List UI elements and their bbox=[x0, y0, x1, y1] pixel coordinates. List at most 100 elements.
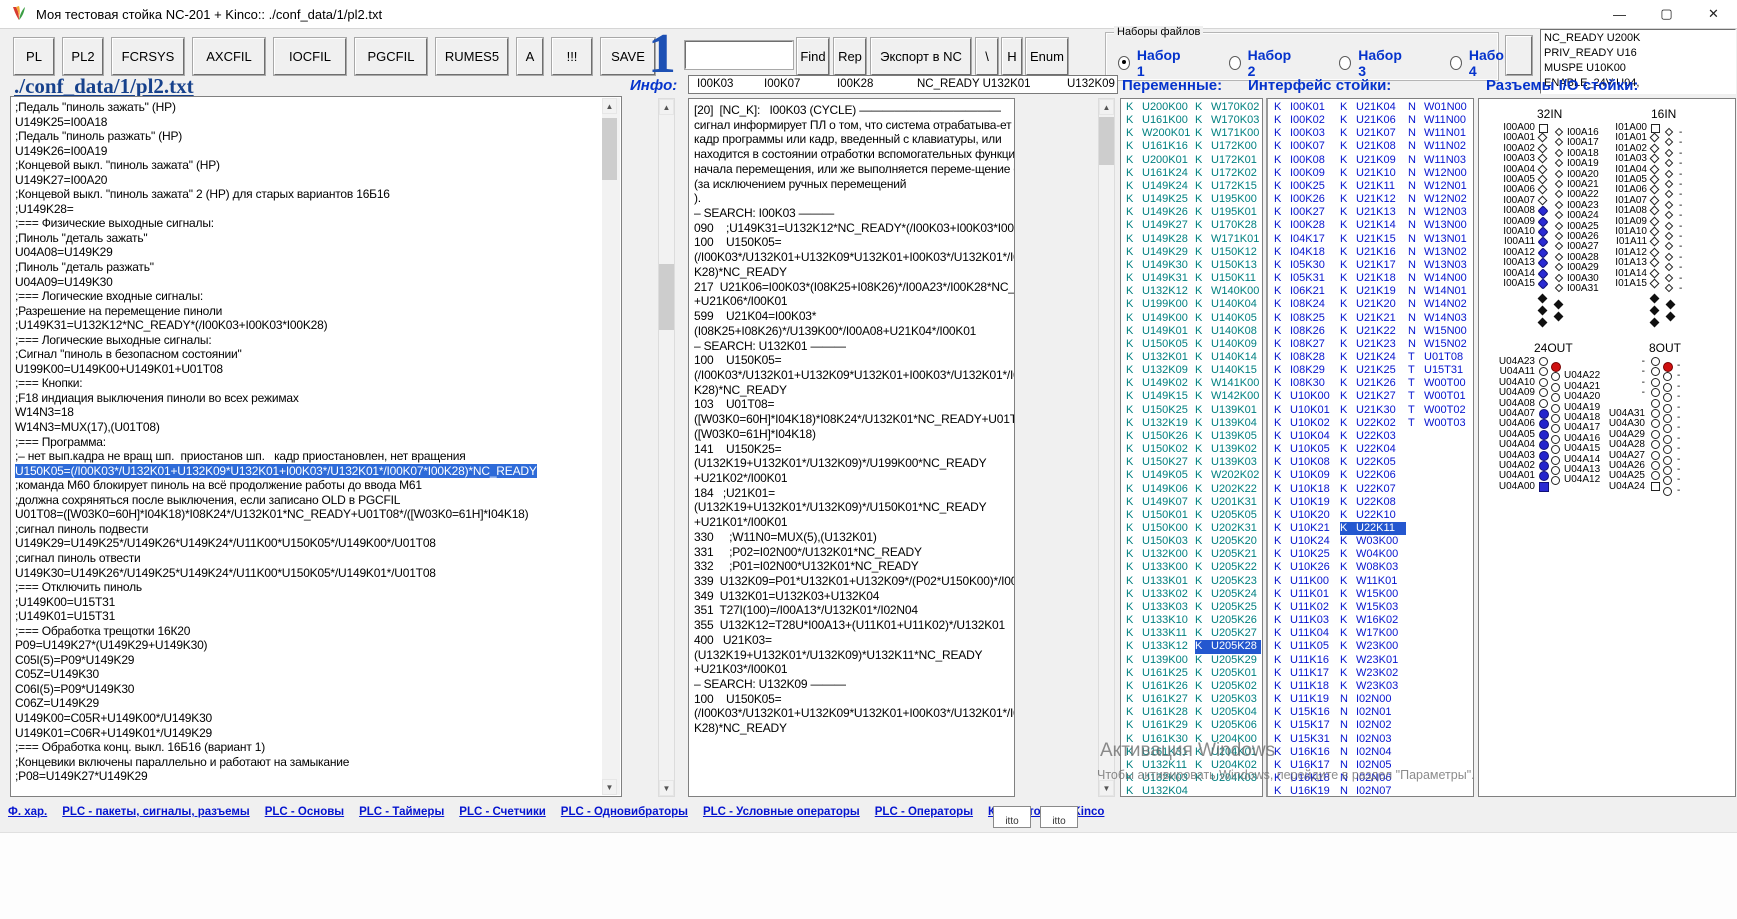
interface-item[interactable]: T W00T03 bbox=[1408, 417, 1472, 430]
variable-item[interactable]: K U140K08 bbox=[1195, 325, 1261, 338]
interface-item[interactable]: K U15K17 bbox=[1274, 719, 1338, 732]
signal-list-item[interactable]: PRIV_READY U16 bbox=[1544, 46, 1732, 61]
scroll-down-icon[interactable]: ▼ bbox=[602, 779, 617, 795]
interface-item[interactable]: K U11K04 bbox=[1274, 627, 1338, 640]
variable-item[interactable]: K U133K11 bbox=[1126, 627, 1192, 640]
interface-item[interactable]: K U10K19 bbox=[1274, 496, 1338, 509]
code-line[interactable]: ;Педаль "пиноль разжать" (НР) bbox=[15, 129, 599, 144]
interface-item[interactable]: K I04K18 bbox=[1274, 246, 1338, 259]
variable-item[interactable]: K W202K02 bbox=[1195, 469, 1261, 482]
variable-item[interactable]: K U133K03 bbox=[1126, 601, 1192, 614]
interface-item[interactable]: N W15N00 bbox=[1408, 325, 1472, 338]
interface-item[interactable]: K U22K03 bbox=[1340, 430, 1406, 443]
scroll-up-icon[interactable]: ▲ bbox=[659, 99, 674, 115]
variable-item[interactable]: K U205K22 bbox=[1195, 561, 1261, 574]
interface-item[interactable]: N I02N01 bbox=[1340, 706, 1406, 719]
close-button[interactable]: ✕ bbox=[1690, 0, 1737, 28]
variable-item[interactable]: K U133K12 bbox=[1126, 640, 1192, 653]
variable-item[interactable]: K U200K00 bbox=[1126, 101, 1192, 114]
interface-item[interactable]: N W11N01 bbox=[1408, 127, 1472, 140]
signal-list-item[interactable]: NC_READY U200K bbox=[1544, 31, 1732, 46]
variable-item[interactable]: K U205K26 bbox=[1195, 614, 1261, 627]
code-line[interactable]: ;U149K28= bbox=[15, 202, 599, 217]
interface-item[interactable]: K U21K04 bbox=[1340, 101, 1406, 114]
scroll-down-icon[interactable]: ▼ bbox=[659, 780, 674, 796]
variable-item[interactable]: K U205K24 bbox=[1195, 588, 1261, 601]
interface-list[interactable]: K I00K01 K I00K02 K I00K03 K I00K07 K I00K08 K I00K… bbox=[1266, 98, 1474, 797]
code-line[interactable]: ;=== Логические входные сигналы: bbox=[15, 289, 599, 304]
interface-item[interactable]: K U21K19 bbox=[1340, 285, 1406, 298]
interface-item[interactable]: K U10K20 bbox=[1274, 509, 1338, 522]
variable-item[interactable]: K U202K31 bbox=[1195, 522, 1261, 535]
radio-icon[interactable] bbox=[1228, 56, 1241, 70]
help-link-plc-одновибраторы[interactable]: PLC - Одновибраторы bbox=[561, 806, 688, 818]
variable-item[interactable]: K U150K01 bbox=[1126, 509, 1192, 522]
signal-list-item[interactable]: MUSPE U10K00 bbox=[1544, 61, 1732, 76]
variable-item[interactable]: K U149K24 bbox=[1126, 180, 1192, 193]
variable-item[interactable]: K W141K00 bbox=[1195, 377, 1261, 390]
interface-item[interactable]: K W03K00 bbox=[1340, 535, 1406, 548]
interface-item[interactable]: K U15K31 bbox=[1274, 733, 1338, 746]
code-line[interactable]: ;сигнал пиноль подвести bbox=[15, 522, 599, 537]
info-scrollbar[interactable]: ▲ ▼ bbox=[658, 98, 675, 797]
fileset-radio-1[interactable]: Набор 1 bbox=[1118, 47, 1183, 79]
code-line[interactable]: P09=U149K27*(U149K29+U149K30) bbox=[15, 638, 599, 653]
code-line[interactable]: ;Разрешение на перемещение пиноли bbox=[15, 304, 599, 319]
variable-item[interactable]: K U132K01 bbox=[1126, 351, 1192, 364]
variable-item[interactable]: K U150K13 bbox=[1195, 259, 1261, 272]
variable-item[interactable]: K U150K00 bbox=[1126, 522, 1192, 535]
interface-item[interactable]: K U21K27 bbox=[1340, 390, 1406, 403]
code-line[interactable]: U149K26=I00A19 bbox=[15, 144, 599, 159]
search-input[interactable] bbox=[685, 41, 793, 69]
code-line[interactable]: U149K30=U149K26*/U149K25*U149K24*/U11K00… bbox=[15, 566, 599, 581]
radio-icon[interactable] bbox=[1449, 56, 1462, 70]
interface-item[interactable]: N W12N02 bbox=[1408, 193, 1472, 206]
interface-item[interactable]: N W13N01 bbox=[1408, 233, 1472, 246]
variable-item[interactable]: K U201K31 bbox=[1195, 496, 1261, 509]
help-link-plc-операторы[interactable]: PLC - Операторы bbox=[875, 806, 973, 818]
interface-item[interactable]: K I05K31 bbox=[1274, 272, 1338, 285]
interface-item[interactable]: N W13N00 bbox=[1408, 219, 1472, 232]
code-line[interactable]: U149K27=I00A20 bbox=[15, 173, 599, 188]
variable-item[interactable]: K U132K12 bbox=[1126, 285, 1192, 298]
interface-item[interactable]: K U10K21 bbox=[1274, 522, 1338, 535]
variable-item[interactable]: K U161K25 bbox=[1126, 667, 1192, 680]
code-line[interactable]: ;Пиноль "деталь зажать" bbox=[15, 231, 599, 246]
interface-item[interactable]: K U16K19 bbox=[1274, 785, 1338, 796]
interface-item[interactable]: K U21K10 bbox=[1340, 167, 1406, 180]
toolbar-button-fcrsys[interactable]: FCRSYS bbox=[112, 38, 184, 75]
variables-scrollbar[interactable]: ▲ ▼ bbox=[1098, 98, 1115, 797]
variable-item[interactable]: K U140K05 bbox=[1195, 312, 1261, 325]
variable-item[interactable]: K U170K28 bbox=[1195, 219, 1261, 232]
interface-item[interactable]: N W01N00 bbox=[1408, 101, 1472, 114]
interface-item[interactable]: K U10K01 bbox=[1274, 404, 1338, 417]
variable-item[interactable]: K U139K02 bbox=[1195, 443, 1261, 456]
interface-item[interactable]: N W11N00 bbox=[1408, 114, 1472, 127]
code-line[interactable]: ;команда М60 блокирует пиноль на всё про… bbox=[15, 478, 599, 493]
enum-button[interactable]: Enum bbox=[1026, 38, 1068, 75]
interface-item[interactable]: K W16K02 bbox=[1340, 614, 1406, 627]
code-line[interactable]: U150K05=(/I00K03*/U132K01+U132K09*U132K0… bbox=[15, 463, 599, 479]
interface-item[interactable]: K U22K04 bbox=[1340, 443, 1406, 456]
interface-item[interactable]: K W23K00 bbox=[1340, 640, 1406, 653]
interface-item[interactable]: K W11K01 bbox=[1340, 575, 1406, 588]
interface-item[interactable]: K U21K25 bbox=[1340, 364, 1406, 377]
interface-item[interactable]: K W15K00 bbox=[1340, 588, 1406, 601]
variable-item[interactable]: K U133K10 bbox=[1126, 614, 1192, 627]
interface-item[interactable]: K U22K11 bbox=[1340, 522, 1406, 536]
interface-item[interactable]: K U21K16 bbox=[1340, 246, 1406, 259]
code-line[interactable]: C06Z=U149K29 bbox=[15, 696, 599, 711]
code-line[interactable]: U149K29=U149K25*/U149K26*U149K24*/U11K00… bbox=[15, 536, 599, 551]
scroll-up-icon[interactable]: ▲ bbox=[1099, 99, 1114, 115]
variable-item[interactable]: K U132K00 bbox=[1126, 548, 1192, 561]
interface-item[interactable]: K U15K16 bbox=[1274, 706, 1338, 719]
variable-item[interactable]: K U172K01 bbox=[1195, 154, 1261, 167]
toolbar-button-pl2[interactable]: PL2 bbox=[63, 38, 103, 75]
variable-item[interactable]: K U205K06 bbox=[1195, 719, 1261, 732]
variable-item[interactable]: K U139K04 bbox=[1195, 417, 1261, 430]
plc-code-editor[interactable]: ;Педаль "пиноль зажать" (НР) U149K25=I00A… bbox=[10, 96, 622, 797]
interface-item[interactable]: N I02N03 bbox=[1340, 733, 1406, 746]
interface-item[interactable]: K U11K02 bbox=[1274, 601, 1338, 614]
interface-item[interactable]: N I02N07 bbox=[1340, 785, 1406, 796]
variable-item[interactable]: K U132K04 bbox=[1126, 785, 1192, 796]
